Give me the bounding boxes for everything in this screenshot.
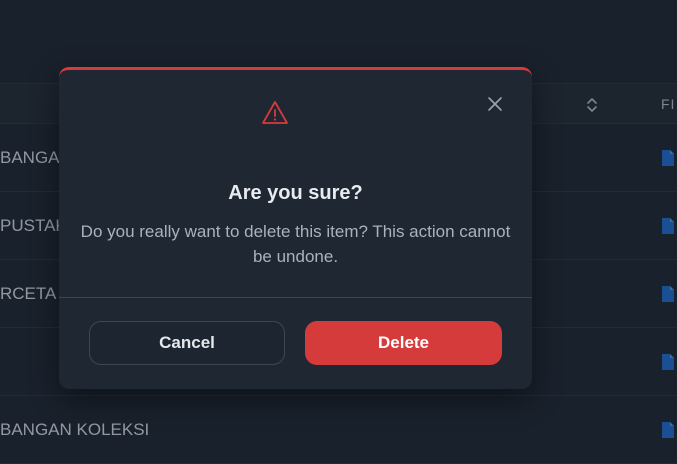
confirm-delete-dialog: Are you sure? Do you really want to dele… — [59, 67, 532, 389]
dialog-divider — [59, 297, 532, 298]
dialog-message: Do you really want to delete this item? … — [80, 222, 511, 266]
close-icon[interactable] — [486, 95, 504, 113]
page: FI BANGA PUSTAK RCETA BANGAN KOLEKSI Are… — [0, 0, 677, 464]
delete-button[interactable]: Delete — [305, 321, 502, 365]
cancel-button[interactable]: Cancel — [89, 321, 285, 365]
warning-triangle-icon — [262, 101, 288, 124]
dialog-title: Are you sure? — [228, 182, 363, 204]
